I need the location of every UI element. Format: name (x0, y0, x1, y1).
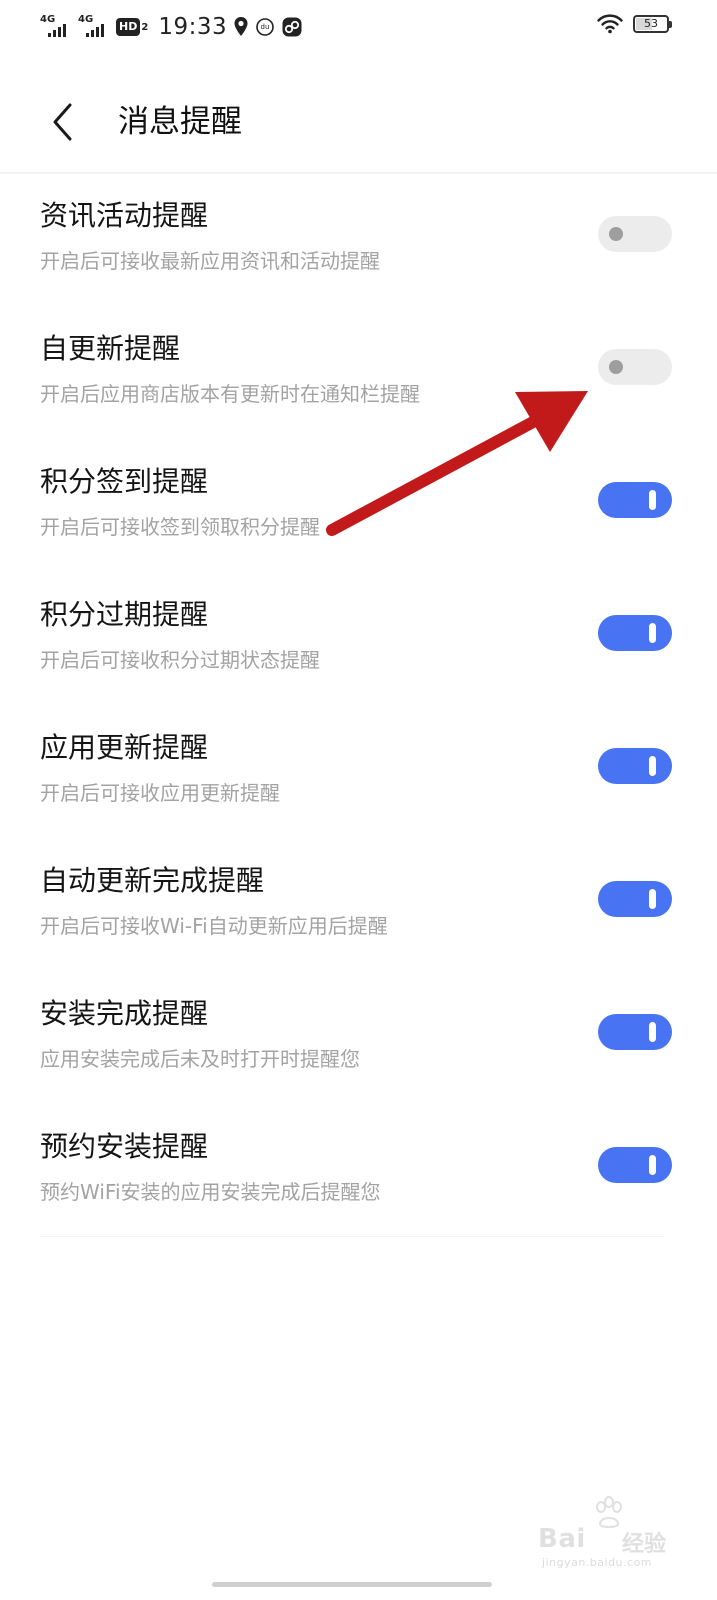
wifi-icon (597, 14, 623, 34)
setting-title: 自更新提醒 (40, 332, 181, 365)
setting-title: 资讯活动提醒 (40, 199, 209, 232)
hd-voice-icon: HD 2 (116, 16, 148, 38)
setting-title: 应用更新提醒 (40, 731, 209, 764)
setting-description: 开启后可接收签到领取积分提醒 (40, 515, 320, 539)
home-indicator[interactable] (212, 1582, 492, 1587)
notification-icon: du (255, 17, 275, 37)
toggle-switch[interactable] (598, 1147, 672, 1183)
toggle-knob (649, 1022, 656, 1042)
toggle-knob (649, 756, 656, 776)
setting-description: 开启后应用商店版本有更新时在通知栏提醒 (40, 382, 420, 406)
toggle-knob (649, 490, 656, 510)
list-end-divider (40, 1236, 664, 1237)
setting-description: 开启后可接收最新应用资讯和活动提醒 (40, 249, 380, 273)
setting-description: 应用安装完成后未及时打开时提醒您 (40, 1047, 360, 1071)
status-bar-left: 4G 4G HD 2 19:33 du (40, 12, 303, 42)
page-title: 消息提醒 (118, 104, 242, 140)
setting-row-self-update: 自更新提醒 开启后应用商店版本有更新时在通知栏提醒 (0, 307, 717, 440)
status-time: 19:33 (158, 14, 228, 40)
sim1-signal-icon: 4G (40, 15, 72, 39)
chevron-left-icon (53, 103, 72, 141)
battery-icon: 53 (633, 15, 672, 33)
toggle-knob (649, 623, 656, 643)
link-app-icon (281, 16, 303, 38)
setting-row-app-update: 应用更新提醒 开启后可接收应用更新提醒 (0, 706, 717, 839)
sim2-signal-icon: 4G (78, 15, 110, 39)
location-icon (233, 16, 249, 38)
toggle-knob (649, 1155, 656, 1175)
setting-title: 预约安装提醒 (40, 1130, 209, 1163)
toggle-switch[interactable] (598, 216, 672, 252)
setting-row-scheduled-install: 预约安装提醒 预约WiFi安装的应用安装完成后提醒您 (0, 1105, 717, 1238)
status-bar-right: 53 (597, 14, 672, 34)
toggle-switch[interactable] (598, 615, 672, 651)
setting-title: 积分过期提醒 (40, 598, 209, 631)
hd-sub-label: 2 (141, 21, 149, 33)
toggle-switch[interactable] (598, 1014, 672, 1050)
setting-title: 安装完成提醒 (40, 997, 209, 1030)
page-header: 消息提醒 (0, 70, 717, 174)
setting-description: 开启后可接收Wi-Fi自动更新应用后提醒 (40, 914, 388, 938)
setting-title: 积分签到提醒 (40, 465, 209, 498)
setting-description: 开启后可接收应用更新提醒 (40, 781, 280, 805)
paw-logo-icon (596, 1496, 622, 1528)
svg-text:du: du (261, 23, 270, 31)
toggle-switch[interactable] (598, 748, 672, 784)
toggle-switch[interactable] (598, 349, 672, 385)
setting-title: 自动更新完成提醒 (40, 864, 265, 897)
setting-description: 预约WiFi安装的应用安装完成后提醒您 (40, 1180, 381, 1204)
watermark-brand-cn: 经验 (622, 1532, 667, 1557)
settings-list: 资讯活动提醒 开启后可接收最新应用资讯和活动提醒 自更新提醒 开启后应用商店版本… (0, 174, 717, 1238)
battery-level-text: 53 (644, 17, 658, 30)
setting-row-install-complete: 安装完成提醒 应用安装完成后未及时打开时提醒您 (0, 972, 717, 1105)
setting-row-auto-update-complete: 自动更新完成提醒 开启后可接收Wi-Fi自动更新应用后提醒 (0, 839, 717, 972)
toggle-knob (609, 360, 623, 374)
back-button[interactable] (40, 98, 84, 146)
toggle-switch[interactable] (598, 881, 672, 917)
watermark-domain: jingyan.baidu.com (542, 1556, 653, 1569)
setting-description: 开启后可接收积分过期状态提醒 (40, 648, 320, 672)
status-bar: 4G 4G HD 2 19:33 du 53 (0, 0, 717, 56)
hd-label: HD (116, 18, 141, 36)
setting-row-points-expiry: 积分过期提醒 开启后可接收积分过期状态提醒 (0, 573, 717, 706)
toggle-switch[interactable] (598, 482, 672, 518)
setting-row-points-checkin: 积分签到提醒 开启后可接收签到领取积分提醒 (0, 440, 717, 573)
watermark: Bai 经验 jingyan.baidu.com (538, 1490, 678, 1570)
watermark-brand: Bai (538, 1524, 586, 1554)
toggle-knob (649, 889, 656, 909)
toggle-knob (609, 227, 623, 241)
setting-row-news-activity: 资讯活动提醒 开启后可接收最新应用资讯和活动提醒 (0, 174, 717, 307)
